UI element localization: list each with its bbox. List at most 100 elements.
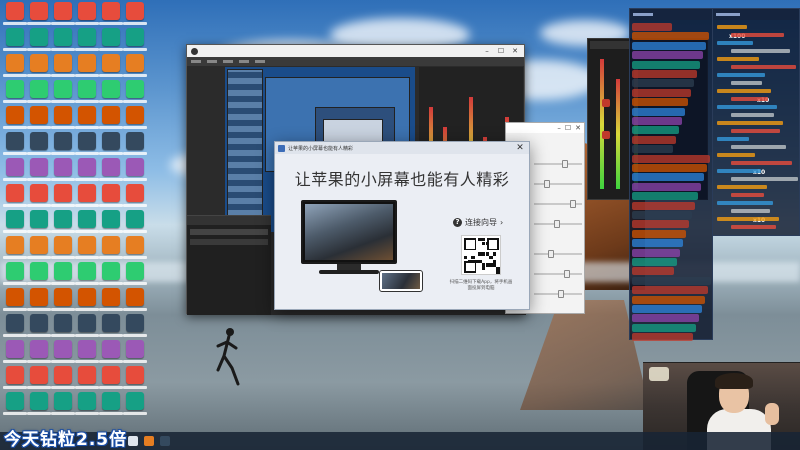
desktop-shortcut-icon[interactable] xyxy=(78,54,96,72)
desktop-shortcut-icon[interactable] xyxy=(126,184,144,202)
desktop-shortcut-icon[interactable] xyxy=(30,392,48,410)
desktop-shortcut-icon[interactable] xyxy=(54,80,72,98)
desktop-shortcut-icon[interactable] xyxy=(126,392,144,410)
slider-knob[interactable] xyxy=(554,220,560,228)
desktop-shortcut-icon[interactable] xyxy=(126,314,144,332)
desktop-shortcut-icon[interactable] xyxy=(78,314,96,332)
desktop-shortcut-icon[interactable] xyxy=(6,262,24,280)
maximize-button[interactable]: ☐ xyxy=(496,47,506,55)
dialog-close-button[interactable]: ✕ xyxy=(514,143,526,154)
desktop-shortcut-icon[interactable] xyxy=(78,366,96,384)
desktop-shortcut-icon[interactable] xyxy=(30,2,48,20)
desktop-shortcut-icon[interactable] xyxy=(126,366,144,384)
slider-knob[interactable] xyxy=(548,250,554,258)
dialog-titlebar[interactable]: 让苹果的小屏幕也能有人精彩 ✕ xyxy=(275,142,529,154)
desktop-shortcut-icon[interactable] xyxy=(102,158,120,176)
menu-item[interactable] xyxy=(239,60,249,63)
slider-knob[interactable] xyxy=(570,200,576,208)
desktop-shortcut-icon[interactable] xyxy=(102,366,120,384)
desktop-shortcut-icon[interactable] xyxy=(78,210,96,228)
live-chat-overlay[interactable] xyxy=(629,8,713,342)
menu-item[interactable] xyxy=(223,60,233,63)
desktop-shortcut-icon[interactable] xyxy=(126,28,144,46)
gift-list-overlay[interactable]: x100 x10 x10 x10 xyxy=(712,8,800,236)
desktop-shortcut-icon[interactable] xyxy=(102,106,120,124)
desktop-shortcut-icon[interactable] xyxy=(30,184,48,202)
maximize-button[interactable]: ☐ xyxy=(565,123,571,133)
desktop-shortcut-icon[interactable] xyxy=(78,392,96,410)
desktop-shortcut-icon[interactable] xyxy=(6,106,24,124)
desktop-shortcut-icon[interactable] xyxy=(6,340,24,358)
obs-titlebar[interactable]: – ☐ ✕ xyxy=(187,45,524,57)
close-button[interactable]: ✕ xyxy=(510,47,520,55)
desktop-shortcut-icon[interactable] xyxy=(126,340,144,358)
desktop-shortcut-icon[interactable] xyxy=(102,54,120,72)
desktop-shortcut-icon[interactable] xyxy=(30,236,48,254)
slider[interactable] xyxy=(534,160,582,168)
desktop-shortcut-icon[interactable] xyxy=(126,210,144,228)
desktop-shortcut-icon[interactable] xyxy=(126,106,144,124)
slider[interactable] xyxy=(534,220,582,228)
desktop-shortcut-icon[interactable] xyxy=(54,54,72,72)
mute-button[interactable] xyxy=(602,131,610,139)
desktop-shortcut-icon[interactable] xyxy=(102,340,120,358)
desktop-shortcut-icon[interactable] xyxy=(54,392,72,410)
menu-item[interactable] xyxy=(255,60,265,63)
desktop-shortcut-icon[interactable] xyxy=(78,184,96,202)
desktop-shortcut-icon[interactable] xyxy=(6,236,24,254)
desktop-shortcut-icon[interactable] xyxy=(126,2,144,20)
slider[interactable] xyxy=(534,180,582,188)
minimize-button[interactable]: – xyxy=(482,47,492,55)
obs-menubar[interactable] xyxy=(187,57,524,66)
desktop-shortcut-icon[interactable] xyxy=(78,262,96,280)
taskbar-app-icon[interactable] xyxy=(160,436,170,446)
desktop-shortcut-icon[interactable] xyxy=(54,288,72,306)
settings-titlebar[interactable]: – ☐ ✕ xyxy=(506,123,584,133)
desktop-shortcut-icon[interactable] xyxy=(30,210,48,228)
desktop-shortcut-icon[interactable] xyxy=(126,80,144,98)
desktop-shortcut-icon[interactable] xyxy=(78,2,96,20)
close-button[interactable]: ✕ xyxy=(575,123,581,133)
desktop-shortcut-icon[interactable] xyxy=(30,262,48,280)
desktop-shortcut-icon[interactable] xyxy=(54,184,72,202)
desktop-shortcut-icon[interactable] xyxy=(6,2,24,20)
desktop-shortcut-icon[interactable] xyxy=(102,288,120,306)
desktop-shortcut-icon[interactable] xyxy=(102,262,120,280)
desktop-shortcut-icon[interactable] xyxy=(54,340,72,358)
slider[interactable] xyxy=(534,250,582,258)
menu-item[interactable] xyxy=(191,60,201,63)
obs-scenes-dock[interactable] xyxy=(187,215,271,315)
desktop-shortcut-icon[interactable] xyxy=(78,28,96,46)
desktop-shortcut-icon[interactable] xyxy=(126,262,144,280)
desktop-shortcut-icon[interactable] xyxy=(54,366,72,384)
desktop-shortcut-icon[interactable] xyxy=(126,132,144,150)
desktop-shortcut-icon[interactable] xyxy=(54,28,72,46)
desktop-shortcut-icon[interactable] xyxy=(6,28,24,46)
desktop-shortcut-icon[interactable] xyxy=(102,392,120,410)
slider-knob[interactable] xyxy=(564,270,570,278)
desktop-shortcut-icon[interactable] xyxy=(30,158,48,176)
desktop-shortcut-icon[interactable] xyxy=(102,80,120,98)
scene-item[interactable] xyxy=(190,229,268,235)
slider[interactable] xyxy=(534,290,582,298)
desktop-shortcut-icon[interactable] xyxy=(6,158,24,176)
desktop-shortcut-icon[interactable] xyxy=(78,158,96,176)
desktop-shortcut-icon[interactable] xyxy=(6,392,24,410)
desktop-shortcut-icon[interactable] xyxy=(6,288,24,306)
desktop-shortcut-icon[interactable] xyxy=(54,158,72,176)
desktop-shortcut-icon[interactable] xyxy=(126,288,144,306)
slider[interactable] xyxy=(534,270,582,278)
desktop-shortcut-icon[interactable] xyxy=(102,236,120,254)
desktop-shortcut-icon[interactable] xyxy=(6,210,24,228)
desktop-shortcut-icon[interactable] xyxy=(102,2,120,20)
desktop-shortcut-icon[interactable] xyxy=(30,132,48,150)
desktop-shortcut-icon[interactable] xyxy=(102,314,120,332)
slider-knob[interactable] xyxy=(544,180,550,188)
desktop-shortcut-icon[interactable] xyxy=(102,184,120,202)
desktop-shortcut-icon[interactable] xyxy=(54,314,72,332)
desktop-shortcut-icon[interactable] xyxy=(78,288,96,306)
desktop-shortcut-icon[interactable] xyxy=(30,106,48,124)
desktop-shortcut-icon[interactable] xyxy=(30,54,48,72)
desktop-shortcut-icon[interactable] xyxy=(30,340,48,358)
mute-button[interactable] xyxy=(602,99,610,107)
